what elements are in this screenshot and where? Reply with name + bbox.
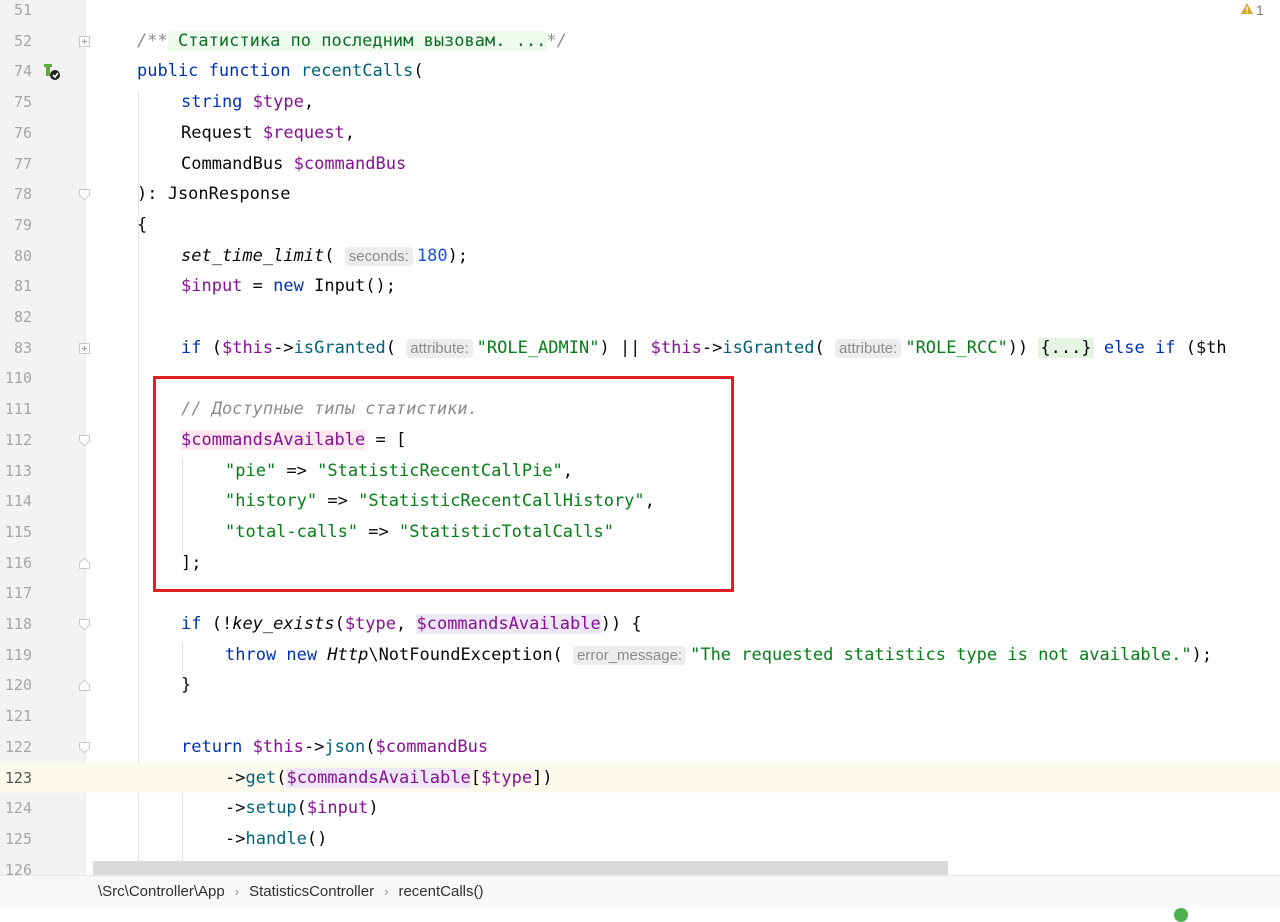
line-number: 76 [13,123,32,142]
line-number: 79 [13,215,32,234]
code-editor[interactable]: 51 52 /** Статистика по последним вызова… [0,0,1280,875]
code-line[interactable]: 77 CommandBus $commandBus [0,149,1280,180]
line-number: 124 [4,799,32,818]
doc-comment: /** Статистика по последним вызовам. ...… [137,30,567,51]
status-indicator-icon [1174,908,1188,922]
line-number: 77 [13,154,32,173]
line-number: 121 [4,707,32,726]
warning-icon [1240,2,1254,18]
fold-marker-icon[interactable] [79,189,90,201]
code-line[interactable]: 51 [0,0,1280,26]
line-number: 51 [13,1,32,19]
inspection-widget[interactable]: 1 [1240,2,1264,18]
line-number: 120 [4,676,32,695]
code-line[interactable]: 83 if ($this->isGranted( attribute: "ROLE… [0,333,1280,364]
warning-count: 1 [1256,2,1264,18]
code-line[interactable]: 75 string $type, [0,87,1280,118]
line-number: 112 [4,430,32,449]
code-line[interactable]: 76 Request $request, [0,118,1280,149]
chevron-right-icon: › [234,884,240,899]
line-number: 81 [13,277,32,296]
line-number: 52 [13,31,32,50]
line-number: 126 [4,860,32,875]
line-number: 118 [4,615,32,633]
code-line[interactable]: 118 if (!key_exists($type, $commandsAvai… [0,609,1280,640]
line-number: 111 [4,400,32,419]
highlight-annotation-box [153,376,734,592]
parameter-hint: seconds: [344,246,413,266]
fold-end-icon[interactable] [79,557,90,569]
code-line[interactable]: 81 $input = new Input(); [0,271,1280,302]
code-line[interactable]: 80 set_time_limit( seconds: 180); [0,241,1280,272]
folded-block[interactable]: {...} [1038,337,1094,358]
code-line-current[interactable]: 123 ->get($commandsAvailable[$type]) [0,762,1280,794]
fold-marker-icon[interactable] [79,741,90,753]
line-number: 123 [4,768,32,787]
line-number: 119 [4,645,32,664]
line-number: 115 [4,522,32,541]
fold-expand-icon[interactable] [79,35,90,47]
code-line[interactable]: 52 /** Статистика по последним вызовам. … [0,26,1280,57]
parameter-hint: attribute: [406,338,473,358]
line-number: 117 [4,584,32,603]
parameter-hint: attribute: [834,338,902,358]
line-number: 83 [13,338,32,357]
parameter-hint: error_message: [573,645,687,665]
route-run-icon[interactable] [41,62,61,82]
line-number: 82 [13,308,32,326]
chevron-right-icon: › [384,884,389,899]
fold-marker-icon[interactable] [79,434,90,446]
code-line[interactable]: 122 return $this->json($commandBus [0,732,1280,763]
breadcrumb-namespace[interactable]: \Src\Controller\App [94,883,229,900]
code-line[interactable]: 120 } [0,670,1280,701]
line-number: 122 [4,737,32,756]
line-number: 114 [4,492,32,511]
code-line[interactable]: 121 [0,701,1280,732]
fold-marker-icon[interactable] [79,619,90,630]
breadcrumb-method[interactable]: recentCalls() [394,883,487,900]
fold-expand-icon[interactable] [79,342,90,354]
line-number: 75 [13,93,32,112]
line-number: 113 [4,461,32,480]
line-number: 74 [13,62,32,81]
code-line[interactable]: 82 [0,302,1280,333]
line-number: 78 [13,185,32,204]
line-number: 125 [4,829,32,848]
line-number: 116 [4,553,32,572]
line-number: 80 [13,246,32,265]
breadcrumb-class[interactable]: StatisticsController [245,883,378,900]
horizontal-scrollbar[interactable] [93,861,948,875]
code-line[interactable]: 125 ->handle() [0,824,1280,855]
breadcrumb: \Src\Controller\App › StatisticsControll… [0,875,1280,907]
fold-end-icon[interactable] [79,680,90,692]
function-name[interactable]: recentCalls [301,61,414,81]
line-number: 110 [4,369,32,388]
code-line[interactable]: 78 ): JsonResponse [0,179,1280,210]
code-line[interactable]: 74 public function recentCalls( [0,56,1280,87]
code-line[interactable]: 124 ->setup($input) [0,793,1280,824]
code-line[interactable]: 79 { [0,210,1280,241]
code-line[interactable]: 119 throw new Http\NotFoundException( er… [0,640,1280,671]
